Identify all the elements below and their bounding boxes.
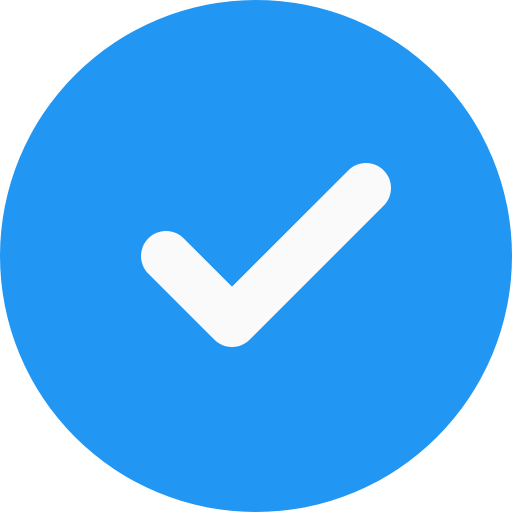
check-circle-svg	[0, 0, 512, 512]
check-circle-icon	[0, 0, 512, 512]
canvas	[0, 0, 512, 512]
circle-background	[0, 0, 512, 512]
